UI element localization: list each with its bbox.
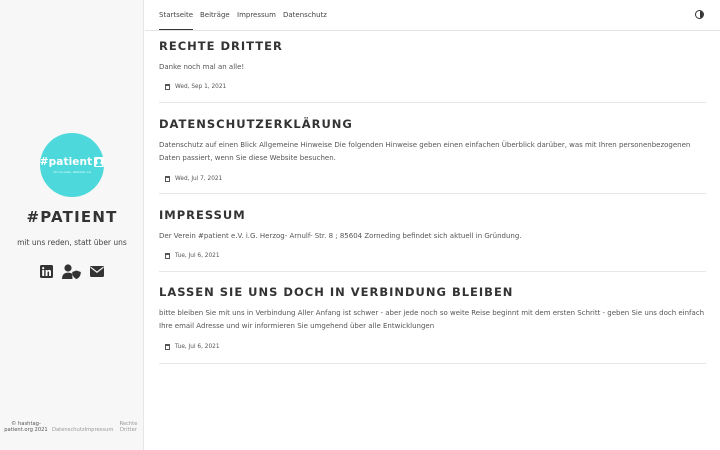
tab-beitraege[interactable]: Beiträge (200, 11, 230, 29)
post-item: RECHTE DRITTER Danke noch mal an alle! W… (159, 39, 706, 103)
calendar-icon (165, 343, 170, 350)
tab-startseite[interactable]: Startseite (159, 11, 194, 30)
post-title[interactable]: RECHTE DRITTER (159, 39, 706, 53)
site-logo[interactable]: #patient mit uns reden, statt über uns (39, 133, 105, 197)
post-meta: Tue, Jul 6, 2021 (165, 253, 706, 260)
envelope-icon[interactable] (90, 265, 104, 277)
post-date: Tue, Jul 6, 2021 (175, 343, 220, 350)
theme-toggle-icon[interactable] (695, 10, 704, 19)
tab-datenschutz[interactable]: Datenschutz (283, 11, 327, 29)
site-tagline: mit uns reden, statt über uns (17, 238, 127, 247)
top-navigation: Startseite Beiträge Impressum Datenschut… (145, 0, 720, 31)
footer-link-impressum[interactable]: Impressum (85, 427, 114, 433)
calendar-icon (165, 175, 170, 182)
calendar-icon (165, 253, 170, 260)
footer-link-rechte-dritter[interactable]: Rechte Dritter (117, 421, 139, 433)
user-shield-icon[interactable] (62, 263, 81, 279)
post-date: Tue, Jul 6, 2021 (175, 253, 220, 260)
sidebar-footer: © hashtag-patient.org 2021 Datenschutz I… (4, 421, 142, 433)
post-excerpt: Datenschutz auf einen Blick Allgemeine H… (159, 141, 691, 163)
logo-tagline: mit uns reden, statt über uns (53, 171, 91, 174)
site-title[interactable]: #PATIENT (0, 208, 144, 226)
post-date: Wed, Jul 7, 2021 (175, 175, 223, 182)
post-meta: Tue, Jul 6, 2021 (165, 343, 706, 350)
post-excerpt: bitte bleiben Sie mit uns in Verbindung … (159, 309, 705, 331)
linkedin-icon[interactable] (40, 264, 53, 278)
user-badge-icon (94, 157, 105, 167)
post-meta: Wed, Jul 7, 2021 (165, 175, 706, 182)
post-excerpt: Danke noch mal an alle! (159, 63, 245, 71)
post-title[interactable]: LASSEN SIE UNS DOCH IN VERBINDUNG BLEIBE… (159, 285, 706, 299)
post-excerpt: Der Verein #patient e.V. i.G. Herzog- Ar… (159, 232, 522, 240)
post-title[interactable]: DATENSCHUTZERKLÄRUNG (159, 117, 706, 131)
social-links (40, 263, 104, 279)
post-item: DATENSCHUTZERKLÄRUNG Datenschutz auf ein… (159, 117, 706, 194)
post-title[interactable]: IMPRESSUM (159, 208, 706, 222)
post-meta: Wed, Sep 1, 2021 (165, 84, 706, 91)
post-item: IMPRESSUM Der Verein #patient e.V. i.G. … (159, 208, 706, 272)
post-item: LASSEN SIE UNS DOCH IN VERBINDUNG BLEIBE… (159, 285, 706, 364)
tab-impressum[interactable]: Impressum (237, 11, 276, 29)
calendar-icon (165, 84, 170, 91)
logo-text: #patient (39, 156, 93, 168)
copyright: © hashtag-patient.org 2021 (4, 421, 48, 433)
post-date: Wed, Sep 1, 2021 (175, 84, 227, 91)
footer-link-datenschutz[interactable]: Datenschutz (52, 427, 85, 433)
sidebar: #patient mit uns reden, statt über uns #… (0, 0, 144, 450)
